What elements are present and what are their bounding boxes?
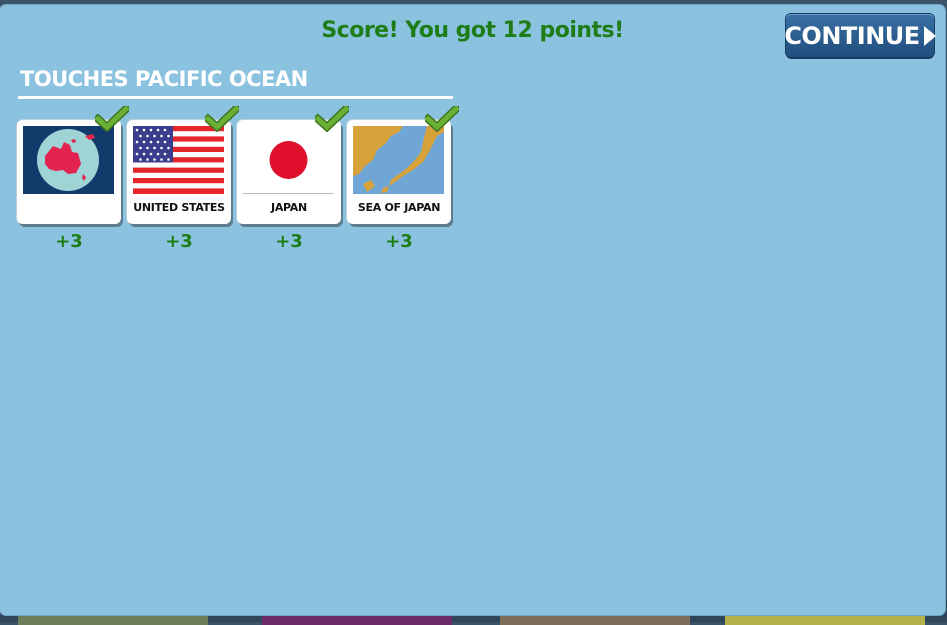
japan-flag-icon xyxy=(243,126,334,194)
us-flag-icon xyxy=(133,126,224,194)
card-label: JAPAN xyxy=(271,201,307,214)
continue-label: CONTINUE xyxy=(784,21,920,50)
checkmark-icon xyxy=(205,106,239,132)
answer-card xyxy=(17,106,129,224)
checkmark-icon xyxy=(315,106,349,132)
card-label: SEA OF JAPAN xyxy=(357,201,441,214)
card-points: +3 xyxy=(385,231,413,252)
card-points: +3 xyxy=(165,231,193,252)
results-panel: Score! You got 12 points! CONTINUE TOUCH… xyxy=(0,5,945,615)
card-points: +3 xyxy=(55,231,83,252)
answer-card: SEA OF JAPAN xyxy=(347,106,459,224)
sea-of-japan-map-icon xyxy=(353,126,444,194)
card-points: +3 xyxy=(275,231,303,252)
continue-button[interactable]: CONTINUE xyxy=(784,14,936,57)
play-arrow-icon xyxy=(923,25,936,46)
answer-card: JAPAN xyxy=(237,106,349,224)
answer-card: UNITED STATES xyxy=(127,106,239,224)
checkmark-icon xyxy=(95,106,129,132)
card-label: UNITED STATES xyxy=(133,201,225,214)
australia-globe-icon xyxy=(23,126,114,194)
category-divider xyxy=(18,96,453,99)
category-title: TOUCHES PACIFIC OCEAN xyxy=(20,67,308,91)
checkmark-icon xyxy=(425,106,459,132)
